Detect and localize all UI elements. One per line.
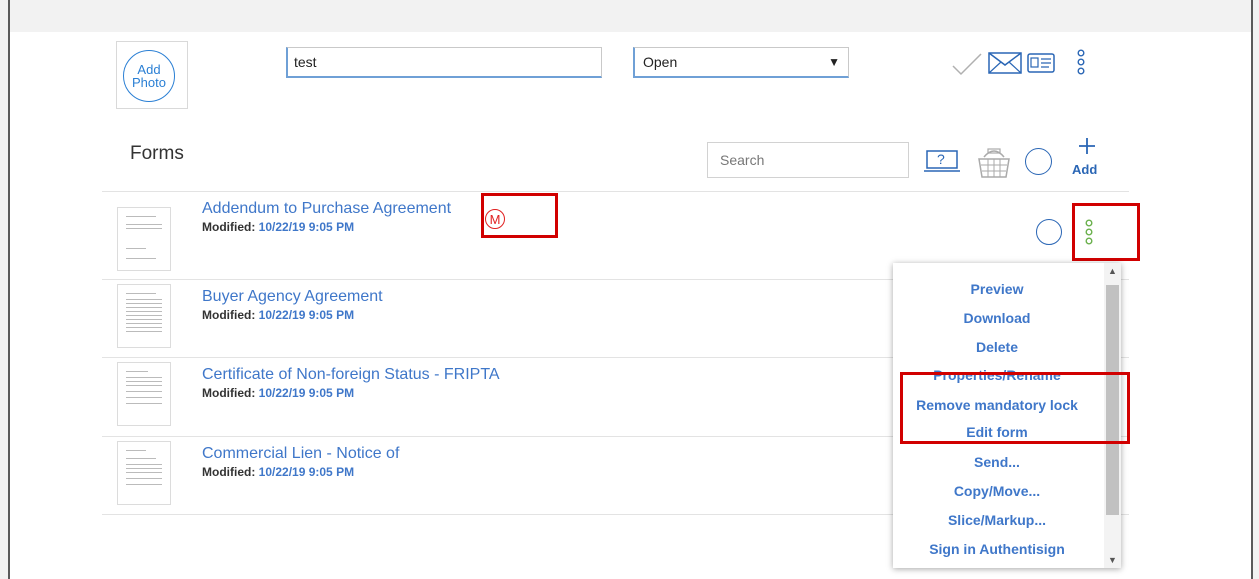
form-modified: Modified: 10/22/19 9:05 PM xyxy=(202,220,354,234)
form-row[interactable]: Addendum to Purchase Agreement Modified:… xyxy=(102,192,1129,271)
basket-icon[interactable] xyxy=(976,145,1012,179)
top-bar xyxy=(10,0,1251,32)
scroll-down-icon[interactable]: ▼ xyxy=(1104,552,1121,568)
search-input[interactable] xyxy=(707,142,909,178)
form-thumbnail[interactable] xyxy=(117,284,171,348)
form-thumbnail[interactable] xyxy=(117,207,171,271)
add-photo-circle: Add Photo xyxy=(123,50,175,102)
menu-item-send[interactable]: Send... xyxy=(893,454,1101,470)
dropdown-arrow-icon: ▼ xyxy=(828,55,840,69)
menu-item-download[interactable]: Download xyxy=(893,310,1101,326)
checkmark-icon[interactable] xyxy=(951,52,983,76)
menu-item-preview[interactable]: Preview xyxy=(893,281,1101,297)
form-title-link[interactable]: Certificate of Non-foreign Status - FRIP… xyxy=(202,366,500,384)
form-title-link[interactable]: Commercial Lien - Notice of xyxy=(202,445,399,463)
menu-item-copy-move[interactable]: Copy/Move... xyxy=(893,483,1101,499)
plus-icon xyxy=(1079,138,1095,154)
transaction-name-input[interactable] xyxy=(286,47,602,78)
form-thumbnail[interactable] xyxy=(117,362,171,426)
add-label: Add xyxy=(1072,162,1098,177)
form-modified: Modified: 10/22/19 9:05 PM xyxy=(202,308,354,322)
select-all-circle[interactable] xyxy=(1025,148,1052,175)
help-button[interactable]: ? xyxy=(924,149,960,173)
form-thumbnail[interactable] xyxy=(117,441,171,505)
more-options-icon[interactable] xyxy=(1076,49,1086,75)
modified-label: Modified: xyxy=(202,308,256,322)
highlight-box-options xyxy=(1072,203,1140,261)
email-icon[interactable] xyxy=(988,52,1022,74)
modified-label: Modified: xyxy=(202,220,256,234)
add-photo-label-2: Photo xyxy=(132,75,166,90)
status-select-value: Open xyxy=(643,54,678,70)
scroll-up-icon[interactable]: ▲ xyxy=(1104,263,1121,279)
modified-label: Modified: xyxy=(202,386,256,400)
add-photo-button[interactable]: Add Photo xyxy=(116,41,188,109)
modified-date: 10/22/19 9:05 PM xyxy=(258,465,355,479)
form-modified: Modified: 10/22/19 9:05 PM xyxy=(202,386,354,400)
highlight-box-menu xyxy=(900,372,1130,444)
forms-heading: Forms xyxy=(130,143,184,164)
form-title-link[interactable]: Buyer Agency Agreement xyxy=(202,288,383,306)
form-title-link[interactable]: Addendum to Purchase Agreement xyxy=(202,200,451,218)
status-select[interactable]: Open ▼ xyxy=(633,47,849,78)
highlight-box-mandatory xyxy=(481,193,558,238)
modified-label: Modified: xyxy=(202,465,256,479)
row-select-circle[interactable] xyxy=(1036,219,1062,245)
modified-date: 10/22/19 9:05 PM xyxy=(258,220,355,234)
menu-item-slice-markup[interactable]: Slice/Markup... xyxy=(893,512,1101,528)
app-window: Add Photo Open ▼ Forms ? xyxy=(8,0,1253,579)
form-modified: Modified: 10/22/19 9:05 PM xyxy=(202,465,354,479)
menu-item-delete[interactable]: Delete xyxy=(893,339,1101,355)
help-label: ? xyxy=(937,151,945,167)
modified-date: 10/22/19 9:05 PM xyxy=(258,386,355,400)
contact-card-icon[interactable] xyxy=(1027,53,1055,73)
modified-date: 10/22/19 9:05 PM xyxy=(258,308,355,322)
menu-item-sign-authentisign[interactable]: Sign in Authentisign xyxy=(893,541,1101,557)
